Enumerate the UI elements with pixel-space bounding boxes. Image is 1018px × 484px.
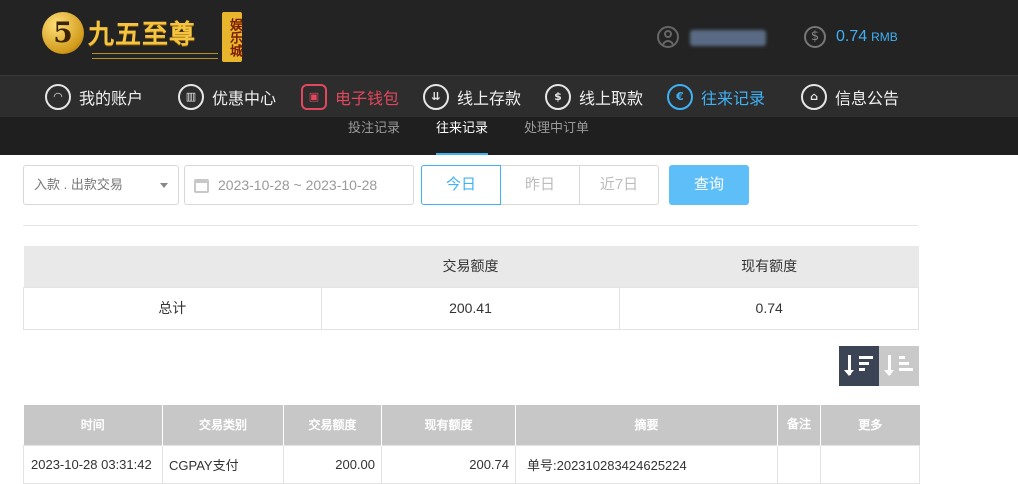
records-table: 时间 交易类别 交易额度 现有额度 摘要 备注 更多 2023-10-28 03…	[23, 405, 920, 484]
summary-total-label: 总计	[23, 286, 322, 330]
cell-type: CGPAY支付	[162, 444, 284, 484]
wallet-icon: ▣	[301, 84, 327, 110]
nav-label: 线上存款	[457, 91, 522, 108]
sort-desc-bars-icon	[859, 356, 873, 374]
tab-bet-records[interactable]: 投注记录	[348, 117, 400, 155]
brand-tag: 娱乐城	[222, 12, 242, 62]
sort-asc-arrow-tip	[884, 370, 894, 376]
user-avatar-icon[interactable]	[657, 26, 679, 48]
withdraw-icon: $	[545, 84, 571, 110]
quick-yesterday-button[interactable]: 昨日	[500, 165, 580, 205]
cell-remark	[777, 444, 821, 484]
sort-asc-bars-icon	[899, 356, 913, 374]
balance-display: 0.74 RMB	[836, 28, 898, 46]
summary-row: 总计 200.41 0.74	[23, 286, 919, 330]
cell-more[interactable]	[820, 444, 920, 484]
nav-online-withdraw[interactable]: $ 线上取款	[545, 76, 643, 118]
quick-today-button[interactable]: 今日	[421, 165, 501, 205]
cell-summary: 单号:202310283424625224	[515, 444, 778, 484]
records-icon: €	[667, 84, 693, 110]
brand-name: 九五至尊	[88, 20, 197, 50]
balance-amount: 0.74	[836, 28, 868, 45]
logo-ornament	[92, 53, 218, 59]
main-nav: ◠ 我的账户 ▥ 优惠中心 ▣ 电子钱包 ⇊ 线上存款 $ 线上取款 € 往来记…	[0, 75, 1018, 117]
tab-pending-orders[interactable]: 处理中订单	[524, 117, 589, 155]
sort-ascending-button[interactable]	[879, 346, 919, 386]
col-header-time[interactable]: 时间	[23, 405, 163, 445]
logo-badge: 5	[42, 12, 84, 54]
table-row[interactable]: 2023-10-28 03:31:42 CGPAY支付 200.00 200.7…	[23, 444, 920, 484]
col-header-remark[interactable]: 备注	[777, 405, 821, 445]
top-header: 5 九五至尊 娱乐城 $ 0.74 RMB	[0, 0, 1018, 75]
summary-total-amount: 200.41	[320, 286, 621, 330]
sort-descending-button[interactable]	[839, 346, 879, 386]
brand-logo[interactable]: 5 九五至尊 娱乐城	[42, 10, 242, 66]
nav-label: 往来记录	[701, 91, 766, 108]
col-header-type[interactable]: 交易类别	[162, 405, 284, 445]
nav-promotions[interactable]: ▥ 优惠中心	[178, 76, 276, 118]
user-icon: ◠	[45, 84, 71, 110]
nav-announcements[interactable]: ⌂ 信息公告	[801, 76, 899, 118]
summary-header-row: 交易额度 现有额度	[23, 246, 919, 287]
col-header-amount[interactable]: 交易额度	[283, 405, 382, 445]
cell-balance: 200.74	[381, 444, 516, 484]
chevron-down-icon	[160, 183, 168, 188]
summary-header-amount: 交易额度	[321, 246, 620, 287]
nav-transaction-records[interactable]: € 往来记录	[667, 76, 765, 118]
nav-label: 电子钱包	[335, 91, 400, 108]
calendar-icon	[194, 179, 209, 193]
deposit-icon: ⇊	[423, 84, 449, 110]
divider	[23, 225, 918, 226]
nav-online-deposit[interactable]: ⇊ 线上存款	[423, 76, 521, 118]
quick-7days-button[interactable]: 近7日	[579, 165, 659, 205]
summary-header-balance: 现有额度	[619, 246, 919, 287]
nav-label: 优惠中心	[212, 91, 277, 108]
date-range-value: 2023-10-28 ~ 2023-10-28	[218, 177, 378, 193]
username-redacted	[690, 30, 766, 46]
cell-time: 2023-10-28 03:31:42	[23, 444, 163, 484]
sort-desc-arrow-tip	[844, 370, 854, 376]
nav-label: 线上取款	[579, 91, 644, 108]
records-header-row: 时间 交易类别 交易额度 现有额度 摘要 备注 更多	[23, 405, 920, 445]
nav-label: 信息公告	[835, 91, 900, 108]
summary-current-balance: 0.74	[619, 286, 919, 330]
nav-label: 我的账户	[79, 91, 144, 108]
balance-currency: RMB	[871, 30, 898, 44]
transaction-type-value: 入款 . 出款交易	[34, 177, 123, 192]
dollar-icon: $	[804, 26, 826, 48]
gift-icon: ▥	[178, 84, 204, 110]
col-header-balance[interactable]: 现有额度	[381, 405, 516, 445]
nav-my-account[interactable]: ◠ 我的账户	[45, 76, 143, 118]
tab-transaction-records[interactable]: 往来记录	[436, 117, 489, 155]
search-button[interactable]: 查询	[669, 165, 749, 205]
date-range-input[interactable]: 2023-10-28 ~ 2023-10-28	[184, 165, 414, 205]
transaction-type-select[interactable]: 入款 . 出款交易	[23, 165, 179, 205]
sub-nav: 投注记录 往来记录 处理中订单	[0, 117, 1018, 155]
col-header-summary[interactable]: 摘要	[515, 405, 778, 445]
nav-e-wallet[interactable]: ▣ 电子钱包	[301, 76, 399, 118]
bell-icon: ⌂	[801, 84, 827, 110]
col-header-more[interactable]: 更多	[820, 405, 920, 445]
summary-header-blank	[23, 246, 322, 287]
summary-table: 交易额度 现有额度 总计 200.41 0.74	[23, 246, 919, 330]
cell-amount: 200.00	[283, 444, 382, 484]
